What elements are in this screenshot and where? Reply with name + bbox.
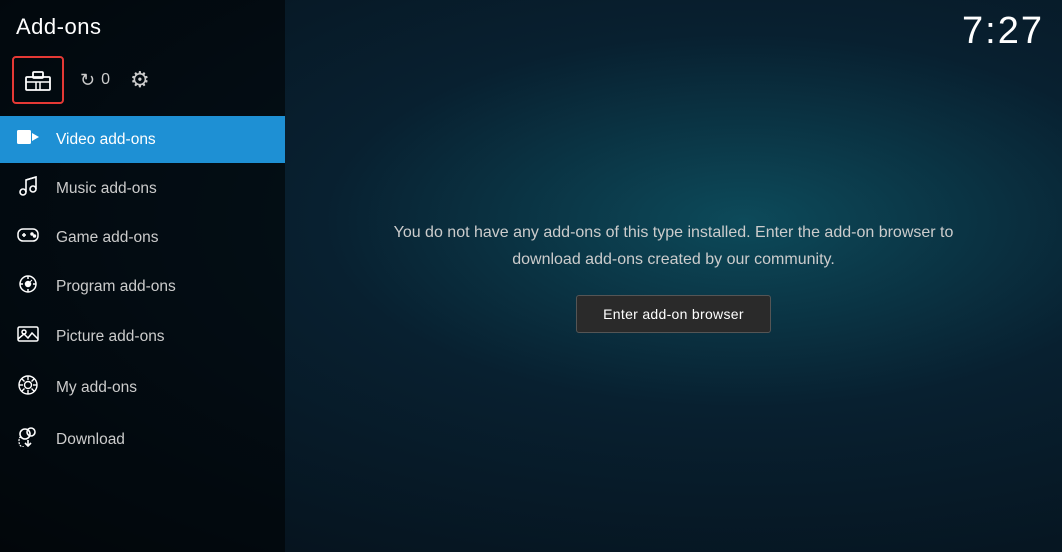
sidebar: Add-ons ↻ 0 ⚙ xyxy=(0,0,285,552)
addon-box-icon xyxy=(25,69,51,91)
sidebar-item-video-label: Video add-ons xyxy=(56,131,156,149)
picture-icon xyxy=(16,325,40,348)
program-icon xyxy=(16,274,40,299)
refresh-button[interactable]: ↻ 0 xyxy=(80,70,110,91)
icon-bar: ↻ 0 ⚙ xyxy=(0,48,285,116)
enter-addon-browser-button[interactable]: Enter add-on browser xyxy=(576,295,771,333)
sidebar-header: Add-ons xyxy=(0,0,285,48)
settings-icon[interactable]: ⚙ xyxy=(130,67,150,93)
addon-box-button[interactable] xyxy=(12,56,64,104)
refresh-count: 0 xyxy=(101,71,110,89)
sidebar-item-music[interactable]: Music add-ons xyxy=(0,163,285,214)
sidebar-item-download-label: Download xyxy=(56,431,125,449)
page-title: Add-ons xyxy=(16,14,101,40)
empty-message: You do not have any add-ons of this type… xyxy=(394,219,954,273)
sidebar-item-video[interactable]: Video add-ons xyxy=(0,116,285,163)
main-content: You do not have any add-ons of this type… xyxy=(285,0,1062,552)
myaddon-icon xyxy=(16,374,40,401)
app-layout: Add-ons ↻ 0 ⚙ xyxy=(0,0,1062,552)
sidebar-item-download[interactable]: Download xyxy=(0,414,285,465)
refresh-icon: ↻ xyxy=(80,70,95,91)
music-icon xyxy=(16,176,40,201)
sidebar-item-game[interactable]: Game add-ons xyxy=(0,214,285,261)
download-icon xyxy=(16,427,40,452)
sidebar-item-game-label: Game add-ons xyxy=(56,229,159,247)
sidebar-item-program-label: Program add-ons xyxy=(56,278,176,296)
sidebar-item-myaddon[interactable]: My add-ons xyxy=(0,361,285,414)
sidebar-item-picture-label: Picture add-ons xyxy=(56,328,165,346)
sidebar-item-music-label: Music add-ons xyxy=(56,180,157,198)
sidebar-item-picture[interactable]: Picture add-ons xyxy=(0,312,285,361)
game-icon xyxy=(16,227,40,248)
video-icon xyxy=(16,129,40,150)
sidebar-item-myaddon-label: My add-ons xyxy=(56,379,137,397)
sidebar-item-program[interactable]: Program add-ons xyxy=(0,261,285,312)
